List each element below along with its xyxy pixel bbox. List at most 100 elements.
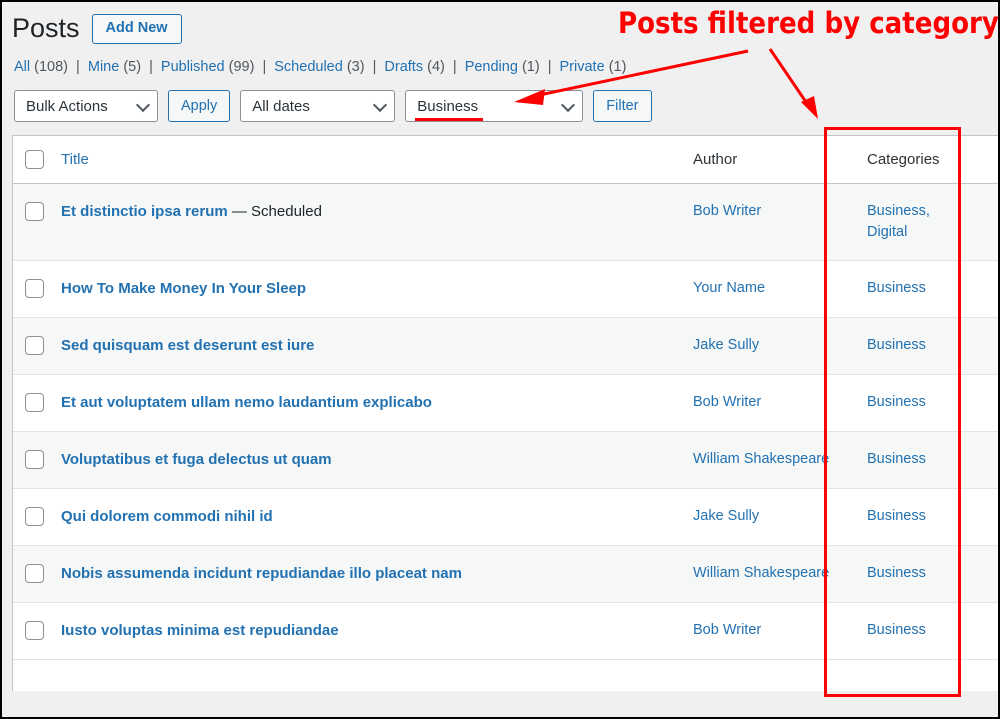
table-row: Qui dolorem commodi nihil id Jake Sully Bu…: [13, 488, 998, 547]
post-category-link[interactable]: Business: [867, 394, 926, 410]
view-count-pending: (1): [521, 59, 540, 75]
table-row: Et aut voluptatem ullam nemo laudantium …: [13, 374, 998, 433]
post-category-link[interactable]: Business: [867, 337, 926, 353]
column-header-title[interactable]: Title: [61, 136, 693, 184]
column-header-spacer: [965, 136, 998, 184]
view-count-drafts: (4): [427, 59, 445, 75]
bulk-actions-value: Bulk Actions: [26, 97, 108, 115]
chevron-down-icon: [135, 98, 151, 113]
post-categories-cell: Business: [845, 374, 965, 433]
post-status-label: — Scheduled: [227, 203, 322, 220]
row-checkbox[interactable]: [25, 279, 44, 299]
row-select-cell: [13, 374, 61, 433]
post-author-cell: William Shakespeare: [693, 431, 845, 490]
row-select-cell: [13, 602, 61, 661]
annotation-label: Posts filtered by category: [618, 6, 999, 40]
post-category-link[interactable]: Business, Digital: [867, 203, 930, 240]
category-filter-select[interactable]: Business: [405, 90, 584, 123]
row-spacer-cell: [965, 317, 998, 376]
post-author-link[interactable]: Jake Sully: [693, 337, 759, 353]
view-link-drafts[interactable]: Drafts: [384, 59, 423, 75]
posts-list-table-container: Title Author Categories Et distinctio ip…: [12, 135, 998, 691]
row-checkbox[interactable]: [25, 202, 44, 221]
post-author-link[interactable]: William Shakespeare: [693, 451, 829, 467]
post-category-link[interactable]: Business: [867, 508, 926, 524]
view-separator: |: [76, 59, 80, 75]
post-category-link[interactable]: Business: [867, 565, 926, 581]
row-select-cell: [13, 260, 61, 319]
post-category-link[interactable]: Business: [867, 280, 926, 296]
view-count-private: (1): [608, 59, 627, 75]
post-title-cell: Et aut voluptatem ullam nemo laudantium …: [61, 374, 693, 433]
date-filter-select[interactable]: All dates: [240, 90, 396, 123]
table-row: How To Make Money In Your Sleep Your Name…: [13, 260, 998, 319]
post-author-cell: Jake Sully: [693, 488, 845, 547]
post-categories-cell: Business: [845, 602, 965, 661]
bulk-actions-select[interactable]: Bulk Actions: [14, 90, 158, 123]
post-category-link[interactable]: Business: [867, 451, 926, 467]
post-categories-cell: Business: [845, 545, 965, 604]
add-new-button[interactable]: Add New: [91, 13, 182, 45]
post-author-link[interactable]: Bob Writer: [693, 203, 761, 219]
row-checkbox[interactable]: [25, 507, 44, 527]
select-all-checkbox[interactable]: [25, 150, 44, 169]
post-title-link[interactable]: Qui dolorem commodi nihil id: [61, 508, 273, 525]
post-title-cell: Et distinctio ipsa rerum — Scheduled: [61, 183, 693, 262]
post-category-link[interactable]: Business: [867, 622, 926, 638]
post-author-cell: Jake Sully: [693, 317, 845, 376]
screenshot-root: Posts Add New All (108) | Mine (5) | Pub…: [0, 0, 1000, 719]
table-row: Et distinctio ipsa rerum — Scheduled Bob …: [13, 183, 998, 262]
post-title-link[interactable]: Nobis assumenda incidunt repudiandae ill…: [61, 565, 462, 582]
view-link-all[interactable]: All: [14, 59, 30, 75]
row-checkbox[interactable]: [25, 336, 44, 356]
row-checkbox[interactable]: [25, 450, 44, 470]
post-title-link[interactable]: Voluptatibus et fuga delectus ut quam: [61, 451, 332, 468]
table-row: Iusto voluptas minima est repudiandae Bob…: [13, 602, 998, 661]
row-spacer-cell: [965, 602, 998, 661]
category-filter-value: Business: [415, 97, 484, 121]
date-filter-value: All dates: [252, 97, 310, 115]
row-spacer-cell: [965, 374, 998, 433]
post-author-link[interactable]: William Shakespeare: [693, 565, 829, 581]
table-header-row: Title Author Categories: [13, 136, 998, 184]
post-categories-cell: Business: [845, 488, 965, 547]
view-link-private[interactable]: Private: [560, 59, 605, 75]
column-header-title-link[interactable]: Title: [61, 151, 89, 168]
view-link-scheduled[interactable]: Scheduled: [274, 59, 343, 75]
view-link-pending[interactable]: Pending: [465, 59, 518, 75]
view-separator: |: [372, 59, 377, 75]
view-count-published: (99): [228, 59, 255, 75]
chevron-down-icon: [561, 98, 576, 113]
row-checkbox[interactable]: [25, 564, 44, 584]
post-title-link[interactable]: Et distinctio ipsa rerum: [61, 203, 228, 220]
post-author-cell: Bob Writer: [693, 374, 845, 433]
view-separator: |: [452, 59, 457, 75]
view-separator: |: [547, 59, 552, 75]
post-title-link[interactable]: How To Make Money In Your Sleep: [61, 280, 306, 297]
view-link-published[interactable]: Published: [161, 59, 225, 75]
post-author-link[interactable]: Bob Writer: [693, 622, 761, 638]
row-spacer-cell: [965, 545, 998, 604]
post-author-cell: Bob Writer: [693, 602, 845, 661]
table-row: Sed quisquam est deserunt est iure Jake S…: [13, 317, 998, 376]
filter-button[interactable]: Filter: [593, 90, 652, 123]
row-select-cell: [13, 183, 61, 262]
row-checkbox[interactable]: [25, 393, 44, 413]
table-head: Title Author Categories: [13, 136, 998, 184]
post-author-link[interactable]: Jake Sully: [693, 508, 759, 524]
post-categories-cell: Business, Digital: [845, 183, 965, 262]
view-count-all: (108): [34, 59, 69, 75]
post-author-link[interactable]: Bob Writer: [693, 394, 761, 410]
view-link-mine[interactable]: Mine: [88, 59, 119, 75]
row-select-cell: [13, 488, 61, 547]
view-separator: |: [262, 59, 267, 75]
apply-button[interactable]: Apply: [168, 90, 231, 123]
post-title-link[interactable]: Et aut voluptatem ullam nemo laudantium …: [61, 394, 432, 411]
post-title-link[interactable]: Iusto voluptas minima est repudiandae: [61, 622, 339, 639]
table-row: Voluptatibus et fuga delectus ut quam Wil…: [13, 431, 998, 490]
post-title-link[interactable]: Sed quisquam est deserunt est iure: [61, 337, 314, 354]
post-title-cell: Voluptatibus et fuga delectus ut quam: [61, 431, 693, 490]
row-checkbox[interactable]: [25, 621, 44, 641]
table-nav-toolbar: Bulk Actions Apply All dates Business Fi…: [14, 88, 998, 124]
post-author-link[interactable]: Your Name: [693, 280, 765, 296]
